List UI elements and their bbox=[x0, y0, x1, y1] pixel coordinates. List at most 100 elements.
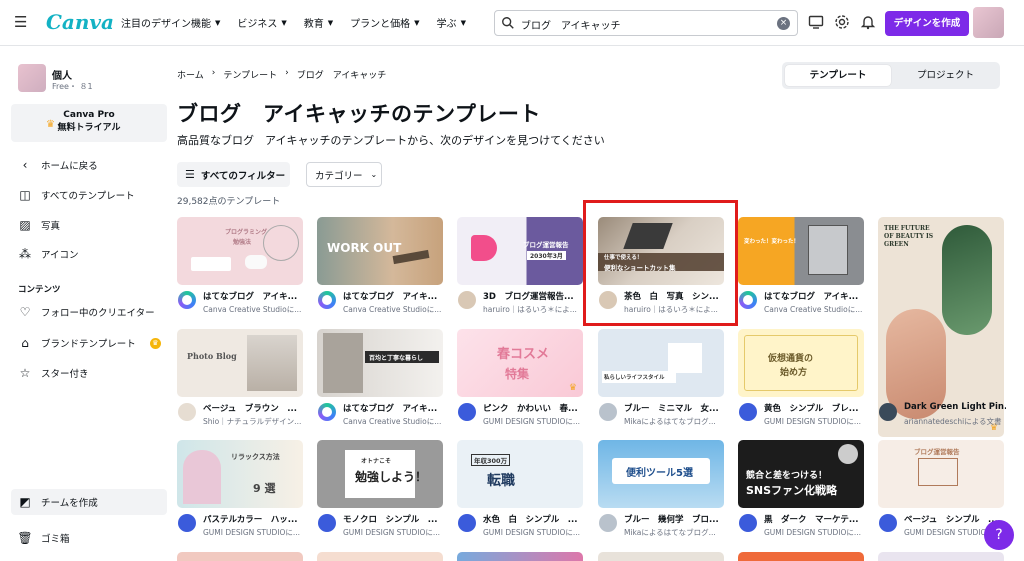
breadcrumb-templates[interactable]: テンプレート bbox=[223, 68, 277, 81]
template-thumbnail[interactable]: 春コスメ 特集 ♛ bbox=[457, 329, 583, 397]
tab-projects[interactable]: プロジェクト bbox=[894, 65, 997, 86]
creator-avatar bbox=[879, 403, 897, 421]
breadcrumb: ホーム › テンプレート › ブログ アイキャッチ bbox=[177, 68, 386, 81]
search-input[interactable]: ブログ アイキャッチ × bbox=[494, 10, 798, 36]
filter-sliders-icon: ☰ bbox=[185, 168, 195, 181]
creator-avatar bbox=[599, 514, 617, 532]
card-author: GUMI DESIGN STUDIOに... bbox=[483, 417, 581, 426]
template-thumbnail[interactable]: リラックス方法 9 選 bbox=[177, 440, 303, 508]
card-author: GUMI DESIGN STUDIOに... bbox=[343, 528, 441, 537]
page-subtitle: 高品質なブログ アイキャッチのテンプレートから、次のデザインを見つけてください bbox=[177, 134, 605, 147]
trash-icon: 🗑 bbox=[17, 531, 33, 545]
chevron-down-icon: ▼ bbox=[460, 18, 466, 27]
sidebar-item-all-templates[interactable]: ◫ すべてのテンプレート bbox=[11, 182, 167, 208]
nav-education[interactable]: 教育 ▼ bbox=[304, 15, 333, 31]
account-plan: Free・ ８1 bbox=[52, 82, 93, 91]
sidebar-item-starred[interactable]: ☆ スター付き bbox=[11, 360, 167, 386]
template-thumbnail[interactable] bbox=[457, 552, 583, 561]
sidebar-item-create-team[interactable]: ◩ チームを作成 bbox=[11, 489, 167, 515]
sidebar-item-trash[interactable]: 🗑 ゴミ箱 bbox=[11, 525, 167, 551]
template-thumbnail[interactable]: 仮想通貨の 始め方 bbox=[738, 329, 864, 397]
creator-avatar bbox=[178, 514, 196, 532]
template-thumbnail[interactable]: WORK OUT bbox=[317, 217, 443, 285]
template-thumbnail[interactable]: 百均と丁寧な暮らし bbox=[317, 329, 443, 397]
view-toggle: テンプレート プロジェクト bbox=[782, 62, 1000, 89]
template-thumbnail[interactable] bbox=[738, 552, 864, 561]
card-title: ピンク かわいい 春... bbox=[483, 404, 578, 414]
nav-pricing[interactable]: プランと価格 ▼ bbox=[350, 15, 419, 31]
sidebar-item-following[interactable]: ♡ フォロー中のクリエイター bbox=[11, 299, 167, 325]
template-thumbnail[interactable]: プログラミング 勉強法 bbox=[177, 217, 303, 285]
canva-pro-trial-button[interactable]: ♛ Canva Pro 無料トライアル bbox=[11, 104, 167, 142]
card-title: 水色 白 シンプル ... bbox=[483, 515, 578, 525]
category-dropdown[interactable]: カテゴリー ⌄ bbox=[306, 162, 382, 187]
card-title: ブルー 幾何学 ブロ... bbox=[624, 515, 719, 525]
sidebar-item-photos[interactable]: ▨ 写真 bbox=[11, 212, 167, 238]
template-thumbnail[interactable]: オトナこそ 勉強しよう！ bbox=[317, 440, 443, 508]
menu-icon[interactable]: ☰ bbox=[14, 14, 30, 30]
card-author: Canva Creative Studioに... bbox=[203, 305, 302, 314]
template-thumbnail[interactable]: 年収300万 転職 bbox=[457, 440, 583, 508]
photo-icon: ▨ bbox=[19, 218, 31, 232]
card-title: はてなブログ アイキ... bbox=[203, 292, 298, 302]
chevron-down-icon: ▼ bbox=[215, 18, 221, 27]
create-design-button[interactable]: デザインを作成 bbox=[885, 11, 969, 36]
breadcrumb-separator-icon: › bbox=[211, 68, 216, 78]
account-avatar bbox=[18, 64, 46, 92]
template-count: 29,582点のテンプレート bbox=[177, 197, 281, 207]
nav-learn[interactable]: 学ぶ ▼ bbox=[437, 15, 466, 31]
page-title: ブログ アイキャッチのテンプレート bbox=[177, 102, 541, 126]
template-thumbnail[interactable] bbox=[317, 552, 443, 561]
nav-featured[interactable]: 注目のデザイン機能 ▼ bbox=[121, 15, 221, 31]
user-avatar[interactable] bbox=[973, 7, 1004, 38]
canva-logo[interactable]: Canva bbox=[46, 10, 114, 34]
creator-avatar bbox=[879, 514, 897, 532]
breadcrumb-separator-icon: › bbox=[285, 68, 289, 78]
notifications-bell-icon[interactable] bbox=[860, 14, 876, 30]
template-thumbnail[interactable]: ブログ運営報告 2030年3月 bbox=[457, 217, 583, 285]
nav-business[interactable]: ビジネス ▼ bbox=[237, 15, 286, 31]
card-author: Canva Creative Studioに... bbox=[764, 305, 863, 314]
card-author: ariannatedeschiによる文書 bbox=[904, 417, 1002, 426]
help-button[interactable]: ? bbox=[984, 520, 1014, 550]
star-icon: ☆ bbox=[19, 366, 31, 380]
template-thumbnail[interactable]: Photo Blog bbox=[177, 329, 303, 397]
heart-icon: ♡ bbox=[19, 305, 31, 319]
card-title: 黄色 シンプル ブレ... bbox=[764, 404, 859, 414]
template-thumbnail[interactable]: 競合と差をつける！ SNSファン化戦略 bbox=[738, 440, 864, 508]
desktop-app-icon[interactable] bbox=[808, 14, 824, 30]
chevron-left-icon: ‹ bbox=[22, 158, 28, 172]
search-icon bbox=[502, 17, 514, 29]
sidebar-item-brand-templates[interactable]: ⌂ ブランドテンプレート ♛ bbox=[11, 330, 167, 356]
card-title: パステルカラー ハッ... bbox=[203, 515, 298, 525]
creator-avatar bbox=[318, 291, 336, 309]
template-thumbnail[interactable] bbox=[878, 552, 1004, 561]
card-title: Dark Green Light Pin... bbox=[904, 402, 1006, 412]
template-thumbnail[interactable] bbox=[177, 552, 303, 561]
template-thumbnail[interactable] bbox=[598, 552, 724, 561]
card-author: Shio｜ナチュラルデザイン... bbox=[203, 417, 302, 426]
sidebar-item-icons[interactable]: ⁂ アイコン bbox=[11, 241, 167, 267]
card-author: GUMI DESIGN STUDIOに... bbox=[764, 417, 862, 426]
card-title: はてなブログ アイキ... bbox=[343, 292, 438, 302]
creator-avatar bbox=[599, 403, 617, 421]
content-section-heading: コンテンツ bbox=[18, 285, 61, 295]
tab-templates[interactable]: テンプレート bbox=[785, 65, 891, 86]
template-thumbnail[interactable]: 変わった！変わった！ bbox=[738, 217, 864, 285]
template-thumbnail[interactable]: ブログ運営報告 bbox=[878, 440, 1004, 508]
card-author: Mikaによるはてなブログ... bbox=[624, 417, 716, 426]
shapes-icon: ⁂ bbox=[19, 247, 31, 261]
creator-avatar bbox=[739, 291, 757, 309]
settings-gear-icon[interactable] bbox=[834, 14, 850, 30]
card-author: GUMI DESIGN STUDIOに... bbox=[203, 528, 301, 537]
sidebar-item-home[interactable]: ‹ ホームに戻る bbox=[11, 152, 167, 178]
all-filters-button[interactable]: ☰ すべてのフィルター bbox=[177, 162, 290, 187]
template-thumbnail[interactable]: 私らしいライフスタイル bbox=[598, 329, 724, 397]
breadcrumb-home[interactable]: ホーム bbox=[177, 68, 204, 81]
card-title: はてなブログ アイキ... bbox=[764, 292, 859, 302]
creator-avatar bbox=[458, 291, 476, 309]
account-name: 個人 bbox=[52, 71, 72, 82]
search-value: ブログ アイキャッチ bbox=[521, 21, 621, 32]
clear-search-icon[interactable]: × bbox=[777, 17, 790, 30]
template-thumbnail[interactable]: 便利ツール5選 bbox=[598, 440, 724, 508]
